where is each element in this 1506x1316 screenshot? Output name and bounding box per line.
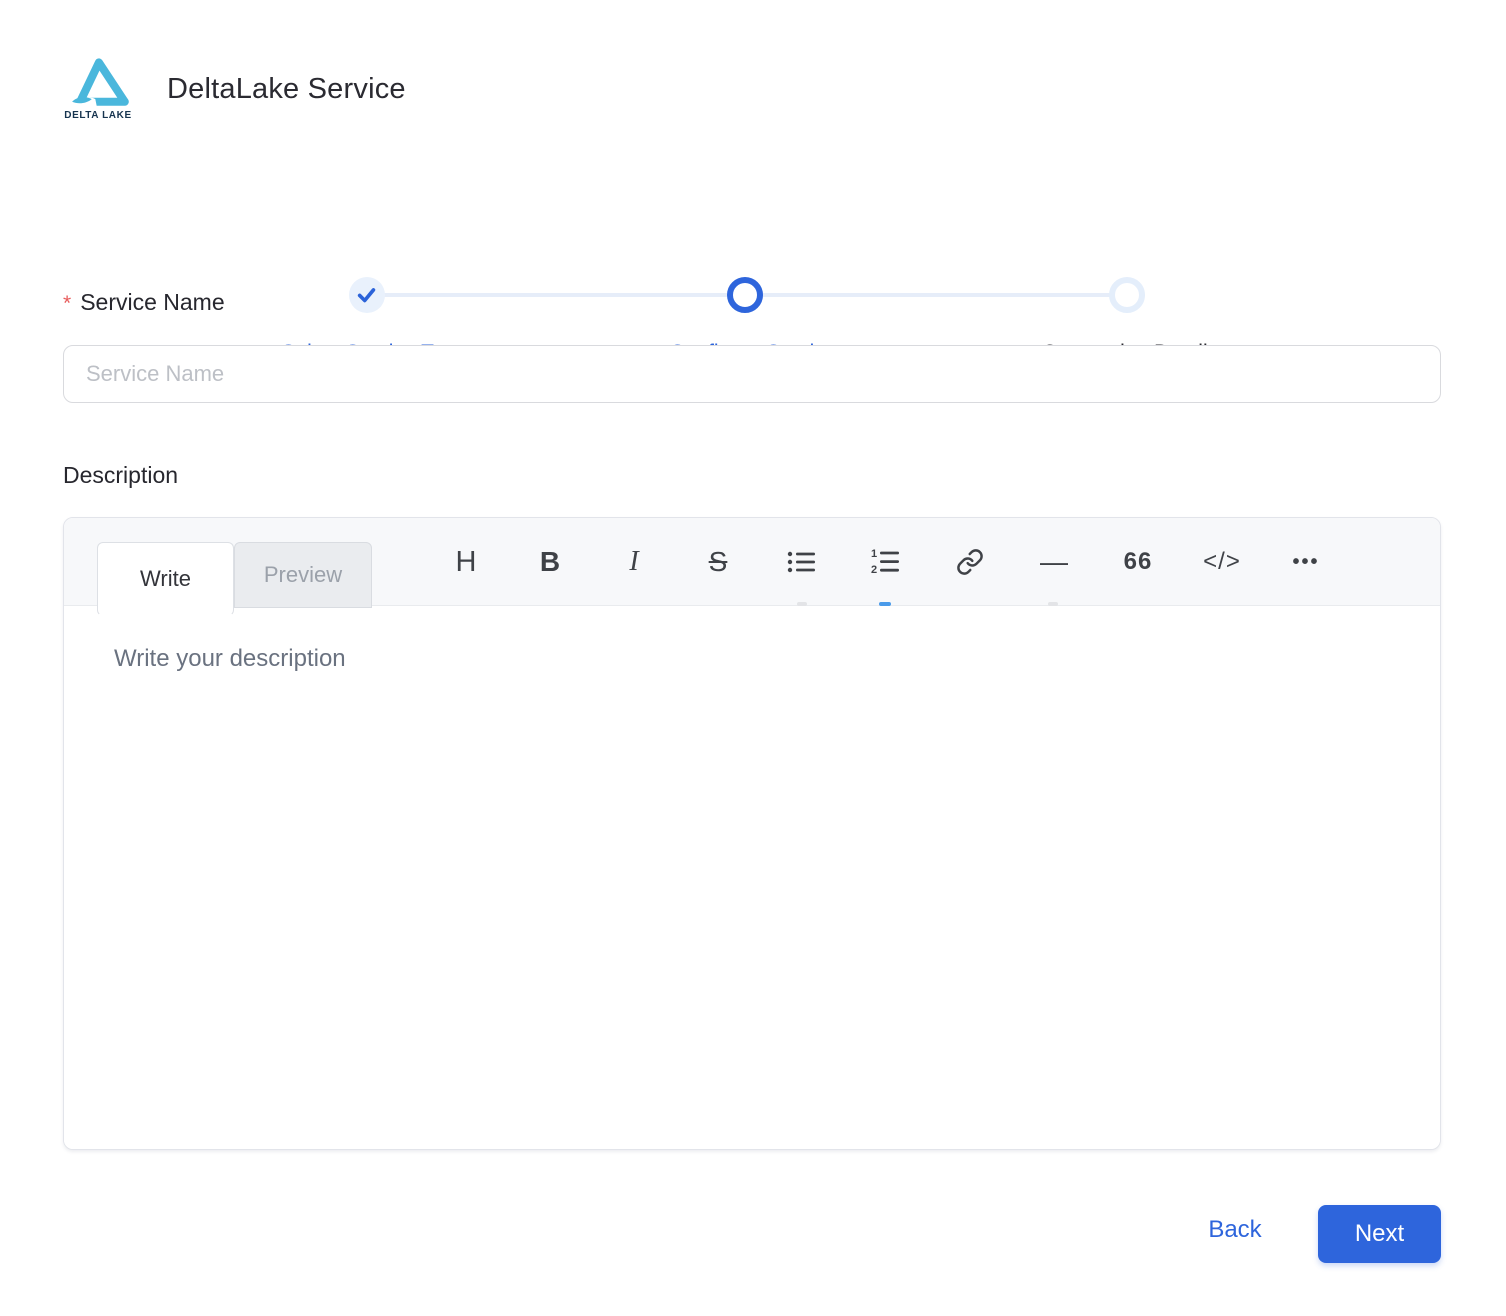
quote-icon: 66 xyxy=(1124,548,1153,576)
more-options-icon: ••• xyxy=(1292,551,1319,574)
link-icon xyxy=(956,548,984,576)
back-button[interactable]: Back xyxy=(1175,1216,1295,1244)
unordered-list-icon xyxy=(787,549,817,575)
italic-button[interactable]: I xyxy=(604,532,664,592)
step-circle-configure-service xyxy=(727,277,763,313)
delta-lake-wordmark: DELTA LAKE xyxy=(64,110,131,121)
description-textarea[interactable] xyxy=(64,607,1440,1150)
code-button[interactable]: </> xyxy=(1192,532,1252,592)
ordered-list-button[interactable]: 1 2 xyxy=(856,532,916,592)
link-button[interactable] xyxy=(940,532,1000,592)
required-marker: * xyxy=(63,292,71,315)
svg-text:2: 2 xyxy=(871,564,877,576)
delta-lake-logo-icon xyxy=(67,58,129,108)
editor-toolbar: H B I S xyxy=(436,518,1336,606)
horizontal-rule-button[interactable]: — xyxy=(1024,532,1084,592)
svg-text:1: 1 xyxy=(871,548,877,560)
description-editor: Write Preview H B I S xyxy=(63,517,1441,1150)
quote-button[interactable]: 66 xyxy=(1108,532,1168,592)
step-circle-connection-details xyxy=(1109,277,1145,313)
heading-icon: H xyxy=(456,546,477,579)
ordered-list-icon: 1 2 xyxy=(871,548,901,576)
bold-button[interactable]: B xyxy=(520,532,580,592)
strikethrough-button[interactable]: S xyxy=(688,532,748,592)
unordered-list-button[interactable] xyxy=(772,532,832,592)
delta-lake-logo: DELTA LAKE xyxy=(63,58,133,121)
service-name-input[interactable] xyxy=(63,345,1441,403)
tab-preview-label: Preview xyxy=(264,562,342,588)
bold-icon: B xyxy=(540,546,560,578)
page-header: DELTA LAKE DeltaLake Service xyxy=(63,58,406,121)
tab-preview[interactable]: Preview xyxy=(234,542,372,608)
wizard-stepper: Select Service Type Configure Service Co… xyxy=(0,138,1506,238)
code-icon: </> xyxy=(1203,548,1241,576)
step-circle-select-service-type xyxy=(349,277,385,313)
service-name-label-text: Service Name xyxy=(80,289,224,315)
horizontal-rule-icon: — xyxy=(1040,546,1068,578)
more-options-button[interactable]: ••• xyxy=(1276,532,1336,592)
italic-icon: I xyxy=(629,546,638,578)
strikethrough-icon: S xyxy=(709,546,728,578)
editor-write-area xyxy=(64,607,1440,1150)
next-button[interactable]: Next xyxy=(1318,1205,1441,1263)
check-icon xyxy=(356,284,378,306)
service-name-label: * Service Name xyxy=(63,289,225,316)
page-title: DeltaLake Service xyxy=(167,73,406,106)
editor-toolbar-bar: Write Preview H B I S xyxy=(64,518,1440,606)
heading-button[interactable]: H xyxy=(436,532,496,592)
description-label: Description xyxy=(63,462,178,489)
tab-write-label: Write xyxy=(140,566,191,592)
tab-write[interactable]: Write xyxy=(97,542,234,616)
